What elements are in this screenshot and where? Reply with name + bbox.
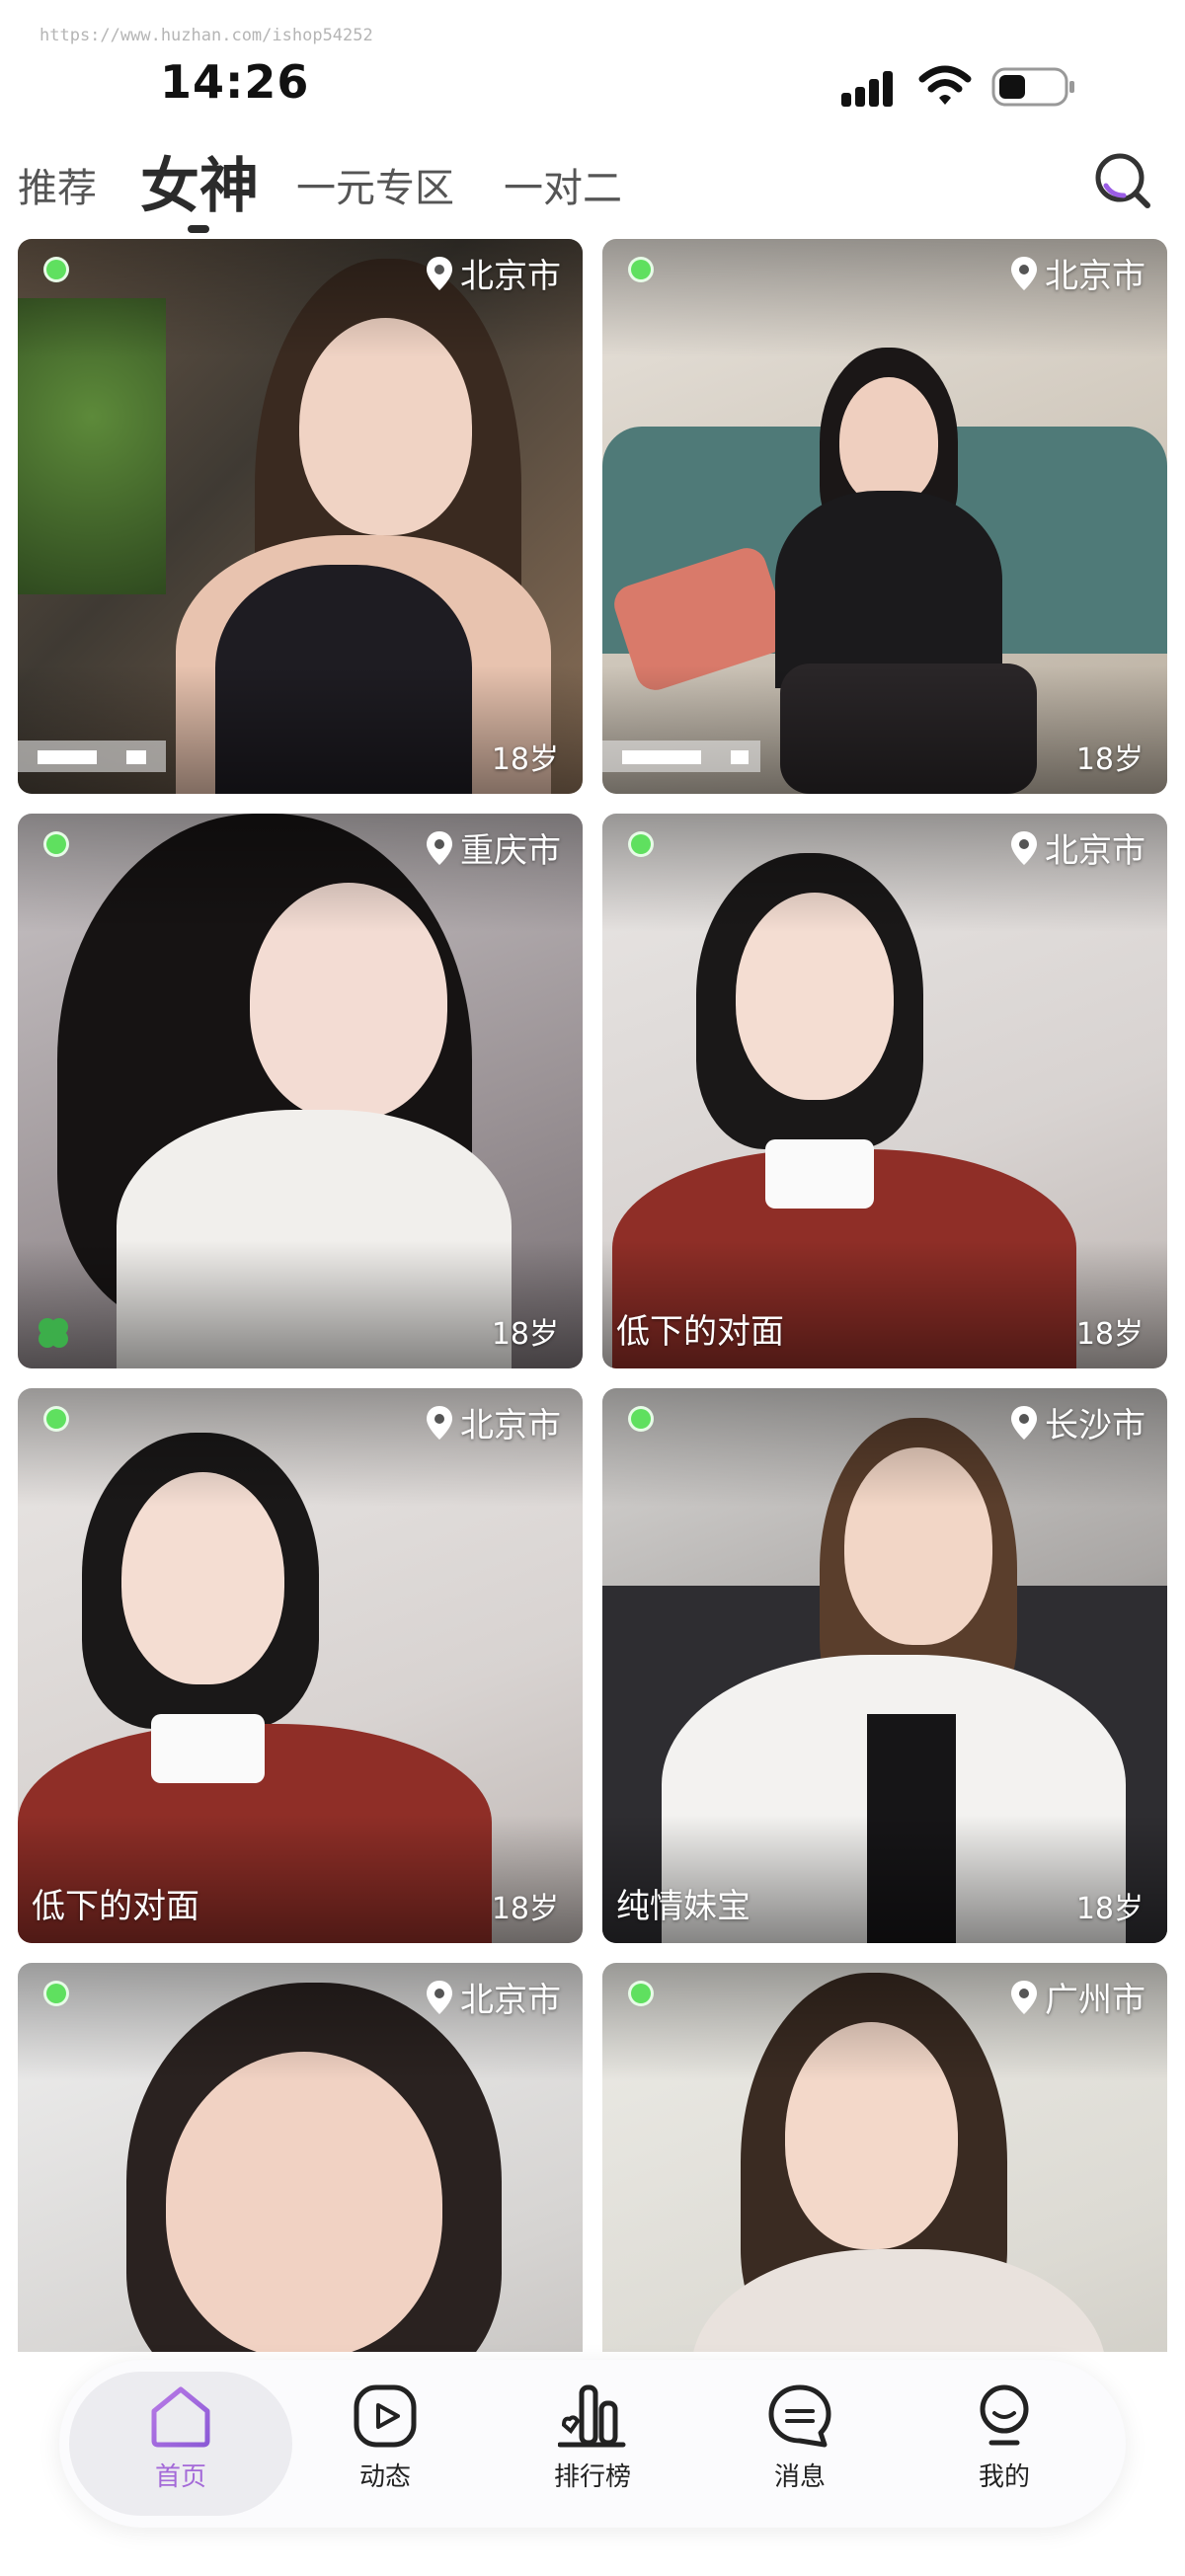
nav-home-label: 首页 (154, 2462, 206, 2492)
location-text: 北京市 (460, 1981, 561, 2020)
nav-profile-label: 我的 (978, 2462, 1030, 2492)
location-label: 北京市 (1011, 249, 1146, 297)
profile-card[interactable]: 广州市 (602, 1963, 1167, 2352)
online-status-dot (628, 1406, 654, 1432)
nav-ranking[interactable]: 排行榜 (509, 2381, 676, 2510)
search-icon[interactable] (1090, 148, 1153, 211)
location-label: 长沙市 (1011, 1398, 1146, 1446)
wifi-icon (918, 65, 972, 105)
play-icon (354, 2384, 417, 2448)
home-icon (151, 2386, 210, 2448)
pixelated-overlay (602, 741, 760, 772)
nav-messages[interactable]: 消息 (716, 2381, 884, 2510)
tab-goddess[interactable]: 女神 (140, 138, 259, 224)
age-label: 18岁 (491, 742, 559, 777)
location-text: 北京市 (1045, 257, 1146, 296)
location-pin-icon (427, 1405, 452, 1440)
profile-grid: 北京市 18岁 北京市 18岁 重庆市 18岁 北京市 低下的对面 18岁 北京… (18, 239, 1167, 2352)
profile-card[interactable]: 北京市 (18, 1963, 583, 2352)
nav-messages-label: 消息 (773, 2462, 826, 2492)
ranking-icon (558, 2384, 626, 2448)
bottom-nav: 首页 动态 排行榜 消息 我的 (59, 2360, 1126, 2528)
profile-card[interactable]: 长沙市 纯情妹宝 18岁 (602, 1388, 1167, 1943)
location-label: 广州市 (1011, 1973, 1146, 2021)
location-text: 北京市 (460, 257, 561, 296)
tab-one-yuan-zone[interactable]: 一元专区 (296, 156, 454, 213)
location-pin-icon (1011, 830, 1037, 865)
profile-card[interactable]: 重庆市 18岁 (18, 814, 583, 1368)
profile-card[interactable]: 北京市 低下的对面 18岁 (602, 814, 1167, 1368)
location-text: 北京市 (460, 1406, 561, 1445)
profile-card[interactable]: 北京市 18岁 (18, 239, 583, 794)
location-label: 北京市 (427, 1973, 561, 2021)
online-status-dot (628, 257, 654, 282)
nickname-label: 纯情妹宝 (616, 1887, 750, 1926)
status-bar: 14:26 (0, 0, 1185, 138)
location-label: 北京市 (1011, 823, 1146, 872)
location-text: 广州市 (1045, 1981, 1146, 2020)
battery-icon (991, 67, 1074, 107)
nav-profile[interactable]: 我的 (920, 2381, 1088, 2510)
online-status-dot (43, 257, 69, 282)
profile-icon (980, 2384, 1029, 2446)
status-time: 14:26 (160, 55, 310, 109)
cellular-signal-icon (841, 69, 903, 107)
age-label: 18岁 (1075, 742, 1144, 777)
location-pin-icon (1011, 256, 1037, 290)
age-label: 18岁 (1075, 1892, 1144, 1926)
online-status-dot (43, 831, 69, 857)
message-icon (768, 2384, 831, 2448)
online-status-dot (43, 1406, 69, 1432)
location-pin-icon (1011, 1980, 1037, 2014)
location-label: 重庆市 (427, 823, 561, 872)
online-status-dot (43, 1981, 69, 2006)
age-label: 18岁 (491, 1892, 559, 1926)
nav-ranking-label: 排行榜 (553, 2462, 631, 2492)
location-pin-icon (1011, 1405, 1037, 1440)
nickname-label: 低下的对面 (32, 1887, 199, 1926)
online-status-dot (628, 1981, 654, 2006)
nav-feed-label: 动态 (358, 2462, 411, 2492)
location-pin-icon (427, 256, 452, 290)
location-text: 重庆市 (460, 831, 561, 871)
location-text: 北京市 (1045, 831, 1146, 871)
nav-home[interactable]: 首页 (97, 2381, 265, 2510)
location-pin-icon (427, 1980, 452, 2014)
clover-icon (39, 1318, 68, 1348)
tab-recommend[interactable]: 推荐 (18, 156, 97, 213)
location-label: 北京市 (427, 1398, 561, 1446)
age-label: 18岁 (491, 1317, 559, 1352)
age-label: 18岁 (1075, 1317, 1144, 1352)
tab-active-indicator (188, 225, 209, 233)
nickname-label: 低下的对面 (616, 1312, 784, 1352)
online-status-dot (628, 831, 654, 857)
nav-feed[interactable]: 动态 (301, 2381, 469, 2510)
location-label: 北京市 (427, 249, 561, 297)
profile-card[interactable]: 北京市 18岁 (602, 239, 1167, 794)
location-text: 长沙市 (1045, 1406, 1146, 1445)
profile-card[interactable]: 北京市 低下的对面 18岁 (18, 1388, 583, 1943)
pixelated-overlay (18, 741, 166, 772)
location-pin-icon (427, 830, 452, 865)
tab-one-to-two[interactable]: 一对二 (504, 156, 622, 213)
top-tabs: 推荐 女神 一元专区 一对二 (0, 138, 1185, 237)
